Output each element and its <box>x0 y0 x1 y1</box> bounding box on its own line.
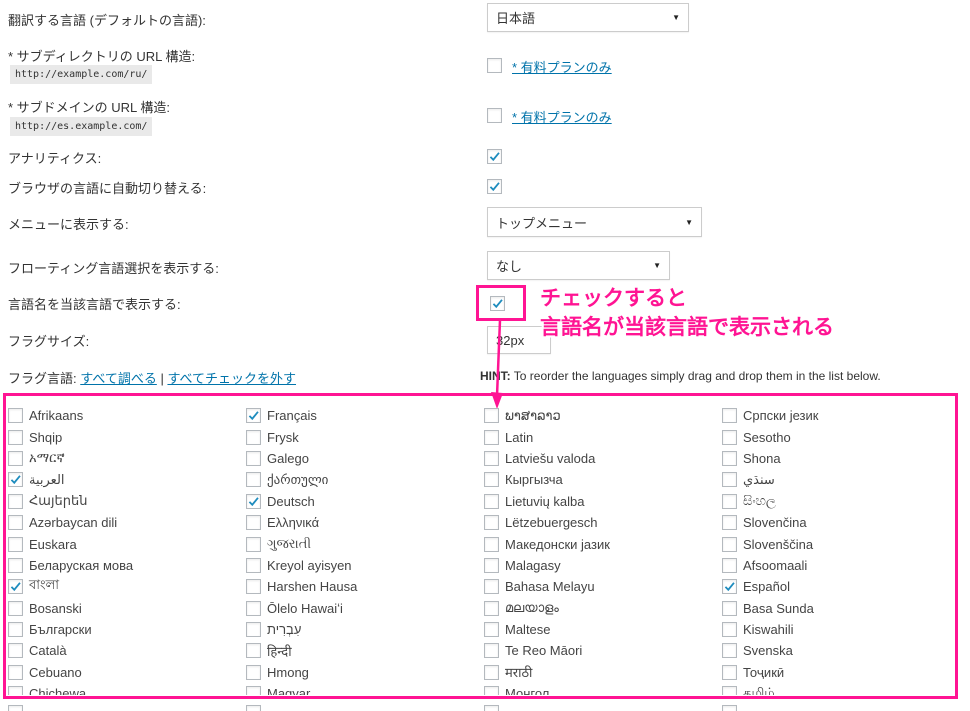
hint-body: To reorder the languages simply drag and… <box>510 369 881 383</box>
translate-language-value: 日本語 <box>496 11 536 26</box>
uncheck-all-link[interactable]: すべてチェックを外す <box>167 371 296 386</box>
subdomain-example: http://es.example.com/ <box>10 117 153 136</box>
translate-language-select[interactable]: 日本語 ▼ <box>487 3 689 32</box>
check-icon <box>489 152 500 162</box>
link-separator: | <box>156 371 168 386</box>
floating-label: フローティング言語選択を表示する: <box>8 261 219 276</box>
subdirectory-checkbox[interactable] <box>487 58 502 73</box>
subdomain-label: * サブドメインの URL 構造: <box>8 100 171 115</box>
language-checkbox[interactable] <box>246 705 261 711</box>
subdomain-checkbox[interactable] <box>487 108 502 123</box>
native-names-checkbox[interactable] <box>490 296 505 311</box>
subdirectory-label: * サブディレクトリの URL 構造: <box>8 49 196 64</box>
translate-language-label: 翻訳する言語 (デフォルトの言語): <box>8 13 206 28</box>
annotation-line-2: 言語名が当該言語で表示される <box>540 316 834 339</box>
auto-switch-label: ブラウザの言語に自動切り替える: <box>8 181 207 196</box>
subdomain-paid-link[interactable]: * 有料プランのみ <box>512 107 612 126</box>
subdirectory-example: http://example.com/ru/ <box>10 65 153 84</box>
chevron-down-icon: ▼ <box>685 217 693 227</box>
hint-text: HINT: To reorder the languages simply dr… <box>480 369 881 383</box>
flag-languages-row: フラグ言語: すべて調べる | すべてチェックを外す <box>8 368 296 387</box>
flag-size-label: フラグサイズ: <box>8 334 90 349</box>
language-grid-highlight <box>3 393 958 699</box>
check-icon <box>492 299 503 309</box>
language-checkbox[interactable] <box>722 705 737 711</box>
floating-select[interactable]: なし ▼ <box>487 251 670 280</box>
chevron-down-icon: ▼ <box>653 261 661 270</box>
check-all-link[interactable]: すべて調べる <box>80 371 157 386</box>
menu-display-value: トップメニュー <box>496 215 588 231</box>
language-checkbox[interactable] <box>8 705 23 711</box>
annotation-line-1: チェックすると <box>540 287 687 310</box>
menu-display-label: メニューに表示する: <box>8 217 129 232</box>
auto-switch-checkbox[interactable] <box>487 179 502 194</box>
language-grid-overflow <box>8 705 956 711</box>
language-checkbox[interactable] <box>484 705 499 711</box>
subdirectory-paid-link[interactable]: * 有料プランのみ <box>512 57 612 76</box>
chevron-down-icon: ▼ <box>672 13 680 22</box>
analytics-checkbox[interactable] <box>487 149 502 164</box>
floating-value: なし <box>496 259 523 274</box>
check-icon <box>489 182 500 192</box>
flag-languages-label: フラグ言語: <box>8 371 77 386</box>
menu-display-select[interactable]: トップメニュー ▼ <box>487 207 702 237</box>
analytics-label: アナリティクス: <box>8 151 102 166</box>
native-names-label: 言語名を当該言語で表示する: <box>8 297 181 312</box>
